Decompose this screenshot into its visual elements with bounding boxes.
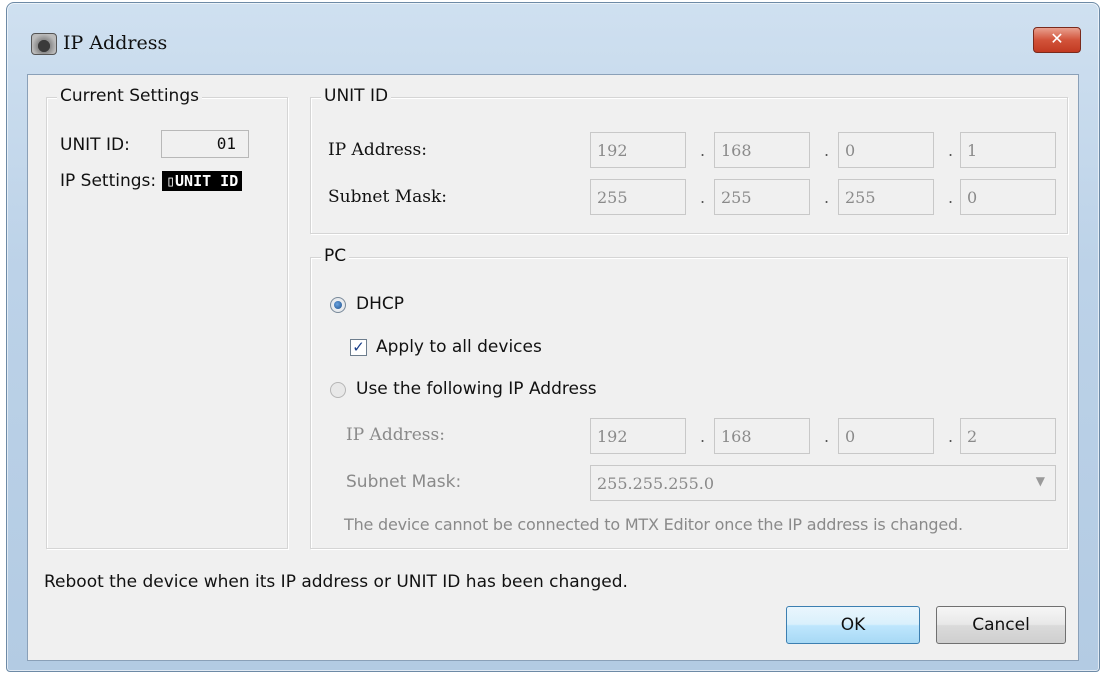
unit-subnet-octet-1: 255 — [590, 179, 686, 215]
apply-all-checkbox[interactable]: ✓ — [350, 339, 367, 356]
pc-ip-octet-3[interactable]: 0 — [838, 418, 934, 454]
pc-subnet-value: 255.255.255.0 — [597, 474, 715, 493]
separator: . — [700, 188, 706, 207]
separator: . — [948, 188, 954, 207]
pc-subnet-dropdown[interactable]: 255.255.255.0 ▼ — [590, 465, 1056, 501]
use-following-ip-radio[interactable] — [330, 382, 346, 398]
warning-text: The device cannot be connected to MTX Ed… — [344, 515, 963, 534]
unit-id-group-label: UNIT ID — [321, 86, 392, 106]
pc-ip-octet-2[interactable]: 168 — [714, 418, 810, 454]
ip-settings-value: ▯UNIT ID — [162, 171, 243, 191]
unit-id-display: 01 — [161, 130, 249, 158]
window-title: IP Address — [63, 32, 168, 54]
pc-group-label: PC — [321, 246, 350, 266]
ok-button[interactable]: OK — [786, 606, 920, 644]
pc-ip-octet-1[interactable]: 192 — [590, 418, 686, 454]
unit-ip-octet-1: 192 — [590, 132, 686, 168]
apply-all-label[interactable]: Apply to all devices — [376, 337, 542, 357]
reboot-note: Reboot the device when its IP address or… — [44, 572, 628, 592]
unit-id-group: UNIT ID — [310, 86, 1068, 234]
pc-subnet-label: Subnet Mask: — [346, 472, 462, 492]
separator: . — [824, 427, 830, 446]
separator: . — [700, 141, 706, 160]
separator: . — [700, 427, 706, 446]
ip-address-dialog: IP Address ✕ Current Settings UNIT ID: 0… — [6, 2, 1100, 672]
use-following-ip-label[interactable]: Use the following IP Address — [356, 379, 597, 399]
current-settings-group: Current Settings — [46, 86, 288, 549]
separator: . — [948, 427, 954, 446]
unit-id-label: UNIT ID: — [60, 135, 130, 155]
unit-subnet-octet-2: 255 — [714, 179, 810, 215]
title-bar[interactable]: IP Address ✕ — [7, 3, 1099, 73]
dhcp-radio[interactable] — [330, 297, 346, 313]
unit-ip-address-label: IP Address: — [328, 140, 427, 160]
pc-ip-octet-4[interactable]: 2 — [960, 418, 1056, 454]
unit-ip-octet-4: 1 — [960, 132, 1056, 168]
unit-ip-octet-2: 168 — [714, 132, 810, 168]
checkmark-icon: ✓ — [352, 338, 365, 356]
pc-ip-address-label: IP Address: — [346, 425, 445, 445]
close-button[interactable]: ✕ — [1033, 27, 1081, 53]
cancel-button[interactable]: Cancel — [936, 606, 1066, 644]
dialog-content: Current Settings UNIT ID: 01 IP Settings… — [27, 74, 1079, 661]
unit-subnet-label: Subnet Mask: — [328, 187, 448, 207]
app-icon — [31, 33, 57, 55]
dhcp-label[interactable]: DHCP — [356, 294, 404, 314]
close-icon: ✕ — [1050, 29, 1064, 48]
unit-ip-octet-3: 0 — [838, 132, 934, 168]
unit-subnet-octet-4: 0 — [960, 179, 1056, 215]
separator: . — [824, 141, 830, 160]
chevron-down-icon: ▼ — [1035, 474, 1045, 488]
separator: . — [948, 141, 954, 160]
ip-settings-label: IP Settings: — [60, 171, 157, 191]
unit-subnet-octet-3: 255 — [838, 179, 934, 215]
pc-group: PC — [310, 246, 1068, 549]
separator: . — [824, 188, 830, 207]
current-settings-label: Current Settings — [57, 86, 202, 106]
